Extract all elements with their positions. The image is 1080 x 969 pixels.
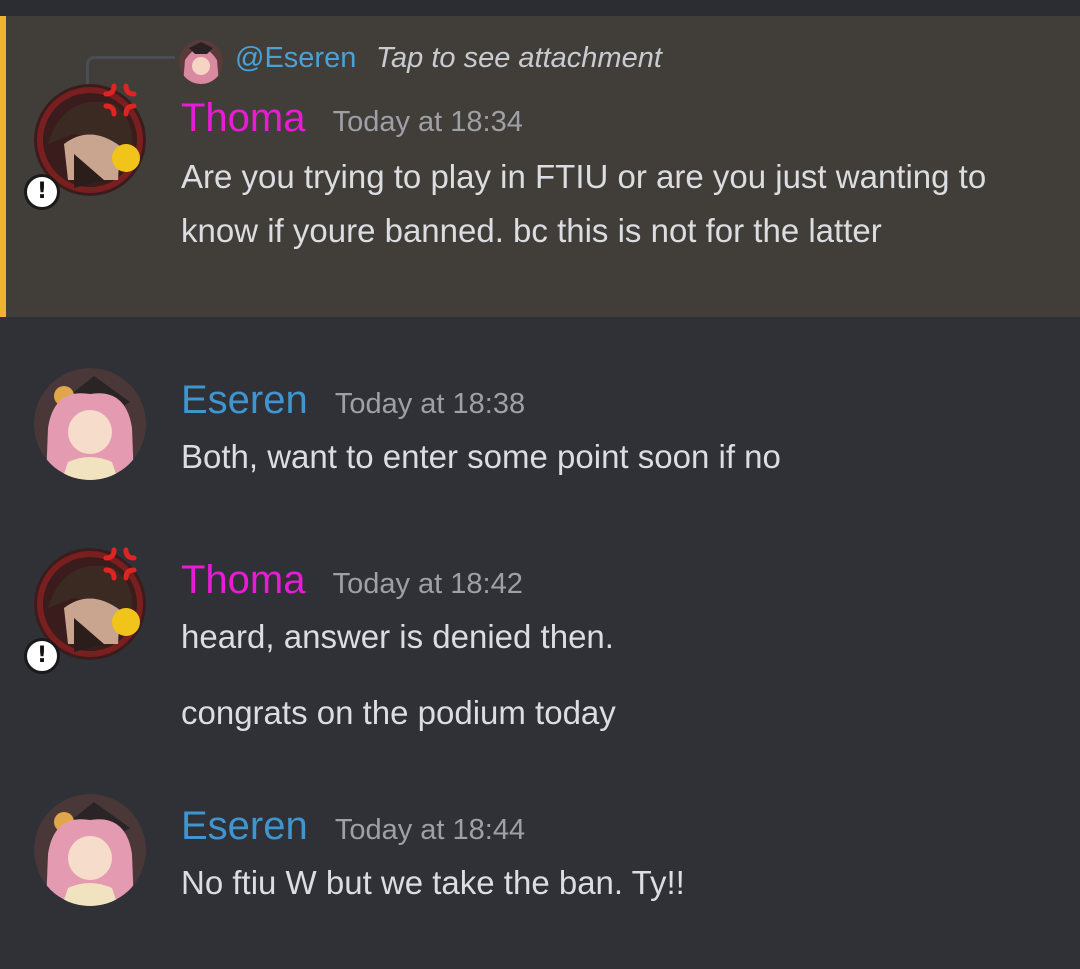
message-header: Thoma Today at 18:42 (181, 558, 523, 603)
anger-mark-icon (103, 83, 137, 117)
alert-badge-icon: ! (24, 174, 60, 210)
eseren-avatar-image (34, 368, 146, 480)
message-group[interactable]: Eseren Today at 18:44 No ftiu W but we t… (0, 786, 1080, 926)
thoma-avatar[interactable]: ! (24, 83, 146, 210)
author-name[interactable]: Thoma (181, 96, 306, 141)
alert-badge-icon: ! (24, 638, 60, 674)
message-group-highlighted[interactable]: @Eseren Tap to see attachment ! Thoma To… (0, 16, 1080, 317)
message-timestamp[interactable]: Today at 18:34 (333, 106, 523, 139)
eseren-avatar-image (34, 794, 146, 906)
author-name[interactable]: Eseren (181, 804, 308, 849)
message-timestamp[interactable]: Today at 18:38 (335, 388, 525, 421)
reply-mention[interactable]: @Eseren (235, 42, 356, 75)
message-header: Eseren Today at 18:44 (181, 804, 525, 849)
reply-attachment-text[interactable]: Tap to see attachment (376, 42, 662, 75)
message-group[interactable]: ! Thoma Today at 18:42 heard, answer is … (0, 540, 1080, 750)
eseren-avatar[interactable] (34, 794, 146, 906)
message-group[interactable]: Eseren Today at 18:38 Both, want to ente… (0, 360, 1080, 490)
message-timestamp[interactable]: Today at 18:42 (333, 568, 523, 601)
message-header: Thoma Today at 18:34 (181, 96, 523, 141)
message-content: heard, answer is denied then. (181, 618, 614, 655)
author-name[interactable]: Eseren (181, 378, 308, 423)
message-content: Are you trying to play in FTIU or are yo… (181, 158, 987, 249)
message-content: congrats on the podium today (181, 694, 616, 731)
thoma-avatar[interactable]: ! (24, 547, 146, 674)
message-content: Both, want to enter some point soon if n… (181, 438, 781, 475)
message-content: No ftiu W but we take the ban. Ty!! (181, 864, 685, 901)
reply-avatar[interactable] (179, 40, 223, 84)
eseren-avatar[interactable] (34, 368, 146, 480)
author-name[interactable]: Thoma (181, 558, 306, 603)
anger-mark-icon (103, 547, 137, 581)
top-divider (0, 0, 1080, 16)
reply-preview[interactable]: @Eseren Tap to see attachment (0, 28, 1080, 89)
message-timestamp[interactable]: Today at 18:44 (335, 814, 525, 847)
message-header: Eseren Today at 18:38 (181, 378, 525, 423)
